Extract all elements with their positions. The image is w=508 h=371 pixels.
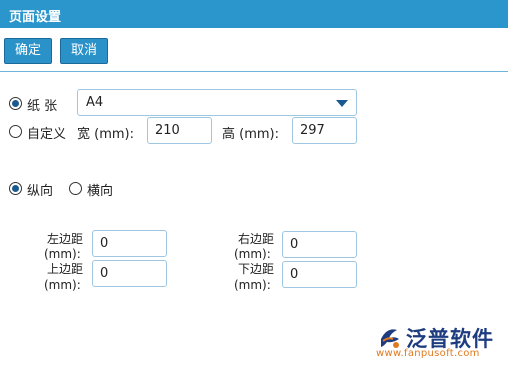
paper-custom-radio[interactable] (9, 125, 22, 138)
brand-watermark: 泛普软件 www.fanpusoft.com (374, 323, 504, 363)
landscape-radio[interactable] (69, 182, 82, 195)
bottom-margin-input[interactable]: 0 (282, 261, 357, 288)
width-input[interactable]: 210 (147, 117, 212, 144)
paper-preset-radio[interactable] (9, 97, 22, 110)
bottom-margin-unit: (mm): (234, 278, 271, 292)
custom-label: 自定义 (27, 127, 67, 142)
width-label: 宽 (mm): (77, 127, 134, 142)
right-margin-unit: (mm): (234, 247, 271, 261)
top-margin-input[interactable]: 0 (92, 260, 167, 287)
height-input[interactable]: 297 (292, 117, 357, 144)
ok-button[interactable]: 确定 (4, 38, 52, 64)
chevron-down-icon[interactable] (336, 100, 348, 107)
portrait-label: 纵向 (27, 184, 54, 199)
right-margin-label: 右边距 (238, 232, 275, 246)
portrait-radio[interactable] (9, 182, 22, 195)
brand-url: www.fanpusoft.com (376, 348, 480, 359)
left-margin-label: 左边距 (47, 232, 84, 246)
paper-size-select[interactable]: A4 (77, 89, 357, 116)
toolbar: 确定 取消 (0, 28, 508, 72)
height-label: 高 (mm): (222, 127, 279, 142)
left-margin-unit: (mm): (44, 247, 81, 261)
cancel-button[interactable]: 取消 (60, 38, 108, 64)
left-margin-input[interactable]: 0 (92, 230, 167, 257)
bottom-margin-label: 下边距 (238, 262, 275, 276)
dialog-title: 页面设置 (9, 10, 62, 25)
paper-label: 纸 张 (27, 99, 58, 114)
top-margin-label: 上边距 (47, 262, 84, 276)
top-margin-unit: (mm): (44, 278, 81, 292)
right-margin-input[interactable]: 0 (282, 231, 357, 258)
title-bar: 页面设置 (0, 0, 508, 28)
paper-size-value: A4 (86, 95, 104, 110)
landscape-label: 横向 (87, 184, 114, 199)
